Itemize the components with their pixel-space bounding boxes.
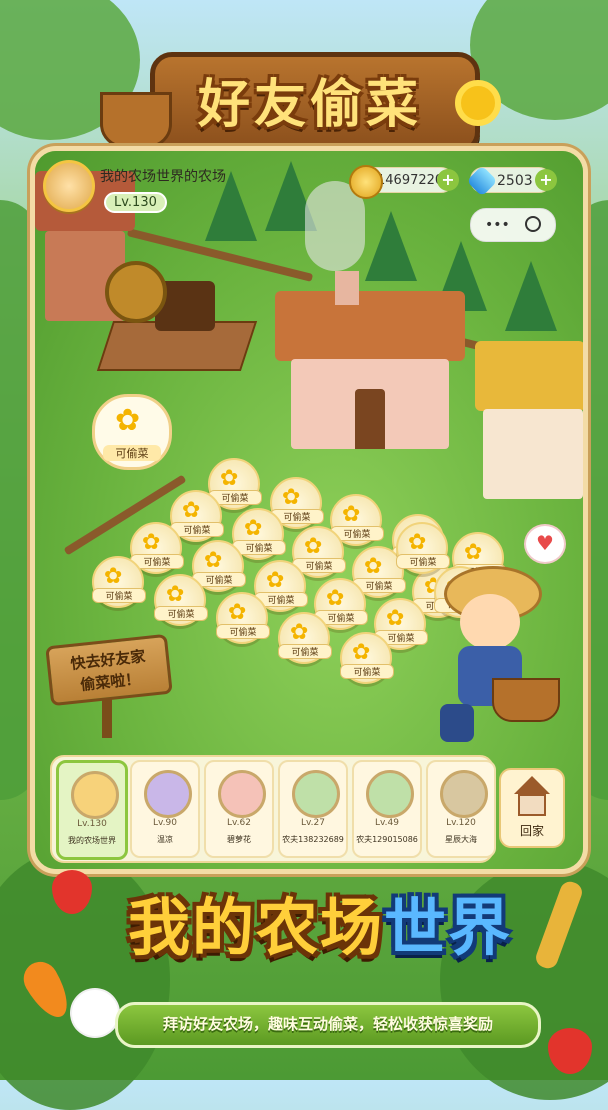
heart-bubble: ♥	[524, 524, 566, 564]
crop-plot[interactable]: ✿可偷菜	[340, 632, 394, 684]
friend-level: Lv.62	[227, 818, 251, 828]
crop-plot[interactable]: ✿可偷菜	[278, 612, 332, 664]
sign-post	[102, 698, 112, 738]
pine-tree	[505, 261, 557, 331]
friend-avatar	[366, 770, 414, 818]
farm-name: 我的农场世界的农场	[100, 169, 226, 185]
diamond-counter[interactable]: 2503 +	[466, 165, 557, 197]
sunflower-icon: ✿	[104, 564, 123, 589]
plot-steal-label: 可偷菜	[216, 624, 270, 639]
friend-card[interactable]: Lv.62 碧萝花	[204, 760, 274, 858]
friend-level: Lv.90	[153, 818, 177, 828]
plot-steal-label: 可偷菜	[92, 588, 146, 603]
sunflower-icon: ✿	[342, 502, 361, 527]
friend-name: 我的农场世界	[68, 836, 116, 845]
gramophone[interactable]	[96, 261, 258, 371]
coin-counter[interactable]: 14697220 +	[349, 165, 459, 199]
farmer-character	[430, 566, 562, 746]
friend-avatar	[71, 771, 119, 819]
friend-level: Lv.49	[375, 818, 399, 828]
sunflower-icon: ✿	[182, 498, 201, 523]
friend-level: Lv.120	[446, 818, 476, 828]
friend-level: Lv.130	[77, 819, 107, 829]
sunflower-icon: ✿	[326, 586, 345, 611]
sunflower-icon: ✿	[220, 466, 239, 491]
promo-title-part1: 我的农场	[127, 891, 384, 964]
friend-card[interactable]: Lv.120 星辰大海	[426, 760, 496, 858]
steal-hint-bubble[interactable]: ✿ 可偷菜	[92, 394, 172, 470]
friend-card[interactable]: Lv.49 农夫129015086	[352, 760, 422, 858]
yellow-house[interactable]	[475, 341, 583, 501]
sunflower-icon: ✿	[282, 485, 301, 510]
sunflower-icon: ✿	[364, 554, 383, 579]
sunflower-icon: ✿	[386, 606, 405, 631]
friend-card[interactable]: Lv.130 我的农场世界	[56, 760, 128, 860]
friend-avatar	[292, 770, 340, 818]
coin-value: 14697220	[377, 173, 444, 188]
friend-name: 农夫129015086	[356, 835, 418, 844]
coin-icon	[349, 165, 383, 199]
player-level: Lv.130	[104, 192, 167, 213]
friend-name: 农夫138232689	[282, 835, 344, 844]
friend-avatar	[440, 770, 488, 818]
sunflower-icon: ✿	[166, 582, 185, 607]
add-diamonds-button[interactable]: +	[535, 169, 557, 191]
steal-label: 可偷菜	[103, 445, 161, 461]
crop-plot[interactable]: ✿可偷菜	[154, 574, 208, 626]
sunflower-icon: ✿	[290, 620, 309, 645]
sunflower-icon: ✿	[464, 540, 483, 565]
game-title: 好友偷菜	[197, 75, 422, 135]
player-avatar[interactable]	[43, 160, 95, 212]
more-icon[interactable]: •••	[485, 217, 510, 233]
sunflower-icon: ✿	[204, 548, 223, 573]
sunflower-icon: ✿	[266, 568, 285, 593]
hint-sign: 快去好友家 偷菜啦！	[45, 633, 173, 707]
friend-avatar	[218, 770, 266, 818]
friend-card[interactable]: Lv.27 农夫138232689	[278, 760, 348, 858]
cottage[interactable]	[275, 271, 465, 451]
add-coins-button[interactable]: +	[437, 169, 459, 191]
plot-steal-label: 可偷菜	[154, 606, 208, 621]
crop-plot[interactable]: ✿可偷菜	[216, 592, 270, 644]
friend-name: 星辰大海	[445, 835, 477, 844]
friend-level: Lv.27	[301, 818, 325, 828]
diamond-value: 2503	[497, 173, 533, 189]
friend-name: 碧萝花	[227, 835, 251, 844]
sunflower-icon: ✿	[228, 600, 247, 625]
house-body	[518, 794, 546, 816]
menu-capsule[interactable]: •••	[470, 208, 556, 242]
sunflower-icon: ✿	[115, 403, 141, 438]
plot-steal-label: 可偷菜	[340, 664, 394, 679]
friend-avatar	[144, 770, 192, 818]
promo-title-part2: 世界	[384, 891, 513, 964]
home-button[interactable]: 回家	[499, 768, 565, 848]
sunflower-icon: ✿	[304, 534, 323, 559]
friend-card[interactable]: Lv.90 温凉	[130, 760, 200, 858]
plot-steal-label: 可偷菜	[278, 644, 332, 659]
sunflower-icon: ✿	[244, 516, 263, 541]
house-icon	[514, 776, 550, 794]
home-label: 回家	[519, 824, 544, 838]
close-circle-icon[interactable]	[525, 216, 541, 232]
friend-name: 温凉	[157, 835, 173, 844]
daisy-icon	[72, 990, 118, 1036]
sunflower-icon: ✿	[142, 530, 161, 555]
promo-subtitle: 拜访好友农场，趣味互动偷菜，轻松收获惊喜奖励	[115, 1002, 541, 1048]
sunflower-icon: ✿	[408, 530, 427, 555]
crop-plot[interactable]: ✿可偷菜	[92, 556, 146, 608]
sunflower-icon: ✿	[352, 640, 371, 665]
promo-title: 我的农场世界	[90, 880, 550, 976]
